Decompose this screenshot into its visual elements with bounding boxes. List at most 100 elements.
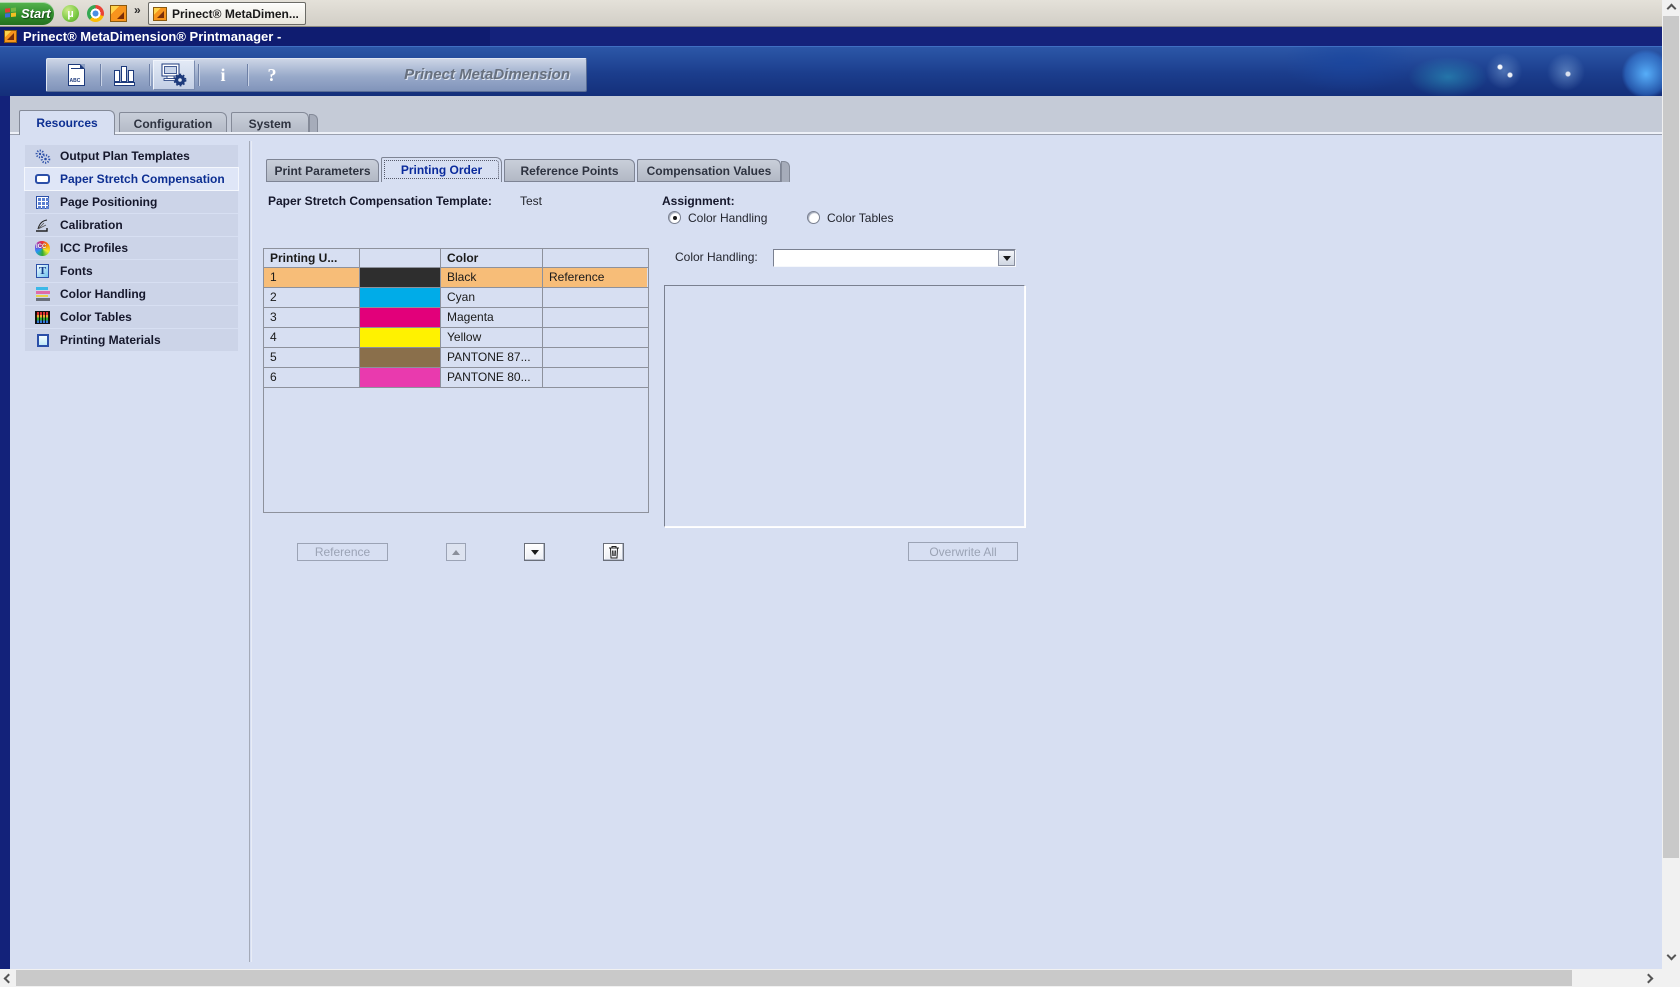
tab-resources[interactable]: Resources xyxy=(19,110,115,135)
resources-settings-button[interactable] xyxy=(153,60,195,90)
reference-cell xyxy=(543,288,647,307)
vertical-scrollbar[interactable] xyxy=(1662,0,1680,969)
toolbar: i ? Prinect MetaDimension xyxy=(46,58,587,92)
job-list-button[interactable] xyxy=(55,60,97,90)
reference-cell xyxy=(543,308,647,327)
tab-compensation-values[interactable]: Compensation Values xyxy=(637,159,781,182)
reference-cell: Reference xyxy=(543,268,647,287)
template-label: Paper Stretch Compensation Template: xyxy=(268,194,492,208)
sidebar-item-fonts[interactable]: T Fonts xyxy=(25,260,238,282)
job-list-icon xyxy=(67,64,85,86)
sidebar-item-calibration[interactable]: Calibration xyxy=(25,214,238,236)
paper-stretch-icon xyxy=(34,171,51,188)
resources-settings-icon xyxy=(161,63,187,87)
table-row[interactable]: 6 PANTONE 80... xyxy=(264,368,648,388)
sidebar-item-paper-stretch-compensation[interactable]: Paper Stretch Compensation xyxy=(24,167,239,191)
left-edge-strip xyxy=(0,96,10,969)
color-swatch xyxy=(360,328,440,347)
sidebar-item-label: Output Plan Templates xyxy=(60,149,190,163)
taskbar-task-button[interactable]: Prinect® MetaDimen... xyxy=(148,2,306,25)
help-icon: ? xyxy=(267,64,277,85)
swatch-cell xyxy=(360,308,441,327)
color-cell: Yellow xyxy=(441,328,543,347)
color-swatch xyxy=(360,308,440,327)
chrome-icon[interactable] xyxy=(87,5,104,22)
gears-icon xyxy=(34,148,51,165)
radio-label: Color Tables xyxy=(827,211,894,225)
color-cell: Magenta xyxy=(441,308,543,327)
color-tables-icon xyxy=(34,309,51,326)
taskbar: Start µ » Prinect® MetaDimen... xyxy=(0,0,1662,27)
calibration-icon xyxy=(34,217,51,234)
start-label: Start xyxy=(21,6,51,21)
table-row[interactable]: 3 Magenta xyxy=(264,308,648,328)
utorrent-icon[interactable]: µ xyxy=(62,5,79,22)
sidebar-item-output-plan-templates[interactable]: Output Plan Templates xyxy=(25,145,238,167)
start-button[interactable]: Start xyxy=(0,2,54,25)
move-up-button[interactable] xyxy=(446,543,466,561)
color-cell: Cyan xyxy=(441,288,543,307)
combobox-dropdown-button[interactable] xyxy=(998,250,1015,266)
horizontal-scrollbar-thumb[interactable] xyxy=(16,970,1572,986)
brand-logo: Prinect MetaDimension xyxy=(404,66,570,83)
overwrite-all-button[interactable]: Overwrite All xyxy=(908,542,1018,561)
printing-order-table[interactable]: Printing U... Color 1 Black Reference 2 … xyxy=(263,248,649,513)
unit-cell: 6 xyxy=(264,368,360,387)
scroll-left-button[interactable] xyxy=(0,970,16,986)
unit-cell: 3 xyxy=(264,308,360,327)
header-banner: i ? Prinect MetaDimension xyxy=(0,46,1662,96)
horizontal-scrollbar[interactable] xyxy=(0,969,1662,987)
radio-color-handling[interactable] xyxy=(668,211,681,224)
column-header: Printing U... xyxy=(264,249,360,267)
sidebar-item-page-positioning[interactable]: Page Positioning xyxy=(25,191,238,213)
sidebar-item-printing-materials[interactable]: Printing Materials xyxy=(25,329,238,351)
reference-cell xyxy=(543,368,647,387)
toolbar-separator xyxy=(247,64,248,86)
arrow-down-icon xyxy=(530,549,539,555)
sidebar-item-color-tables[interactable]: Color Tables xyxy=(25,306,238,328)
splitter[interactable] xyxy=(249,141,250,962)
sidebar-item-color-handling[interactable]: Color Handling xyxy=(25,283,238,305)
tab-configuration[interactable]: Configuration xyxy=(119,112,227,134)
scroll-right-button[interactable] xyxy=(1640,970,1656,986)
scroll-up-button[interactable] xyxy=(1663,0,1679,16)
vertical-scrollbar-thumb[interactable] xyxy=(1663,16,1679,858)
info-button[interactable]: i xyxy=(202,60,244,90)
tab-system[interactable]: System xyxy=(231,112,309,134)
color-handling-icon xyxy=(34,286,51,303)
print-queues-button[interactable] xyxy=(104,60,146,90)
scroll-down-button[interactable] xyxy=(1663,947,1679,963)
assignment-label: Assignment: xyxy=(662,194,735,208)
table-row[interactable]: 2 Cyan xyxy=(264,288,648,308)
tab-reference-points[interactable]: Reference Points xyxy=(504,159,635,182)
radio-color-tables[interactable] xyxy=(807,211,820,224)
button-label: Overwrite All xyxy=(929,544,997,559)
color-cell: PANTONE 80... xyxy=(441,368,543,387)
table-row[interactable]: 4 Yellow xyxy=(264,328,648,348)
table-row[interactable]: 1 Black Reference xyxy=(264,268,648,288)
tab-print-parameters[interactable]: Print Parameters xyxy=(266,159,379,182)
color-handling-combobox[interactable] xyxy=(773,249,1016,267)
unit-cell: 5 xyxy=(264,348,360,367)
column-header xyxy=(360,249,441,267)
help-button[interactable]: ? xyxy=(251,60,293,90)
chevron-down-icon xyxy=(1666,950,1676,960)
tab-printing-order[interactable]: Printing Order xyxy=(381,157,502,182)
sidebar-item-label: Paper Stretch Compensation xyxy=(60,172,225,186)
move-down-button[interactable] xyxy=(524,543,545,561)
chevron-overflow-icon[interactable]: » xyxy=(134,3,141,17)
windows-flag-icon xyxy=(5,7,17,19)
template-value: Test xyxy=(520,194,543,208)
unit-cell: 4 xyxy=(264,328,360,347)
tab-label: System xyxy=(248,116,292,131)
radio-label: Color Handling xyxy=(688,211,768,225)
sidebar-item-label: Calibration xyxy=(60,218,123,232)
chevron-left-icon xyxy=(3,973,13,983)
swatch-cell xyxy=(360,368,441,387)
delete-button[interactable] xyxy=(603,543,624,561)
table-row[interactable]: 5 PANTONE 87... xyxy=(264,348,648,368)
sidebar-item-icc-profiles[interactable]: ICC Profiles xyxy=(25,237,238,259)
reference-button[interactable]: Reference xyxy=(297,543,388,561)
swatch-cell xyxy=(360,328,441,347)
prinect-icon[interactable] xyxy=(110,5,127,22)
